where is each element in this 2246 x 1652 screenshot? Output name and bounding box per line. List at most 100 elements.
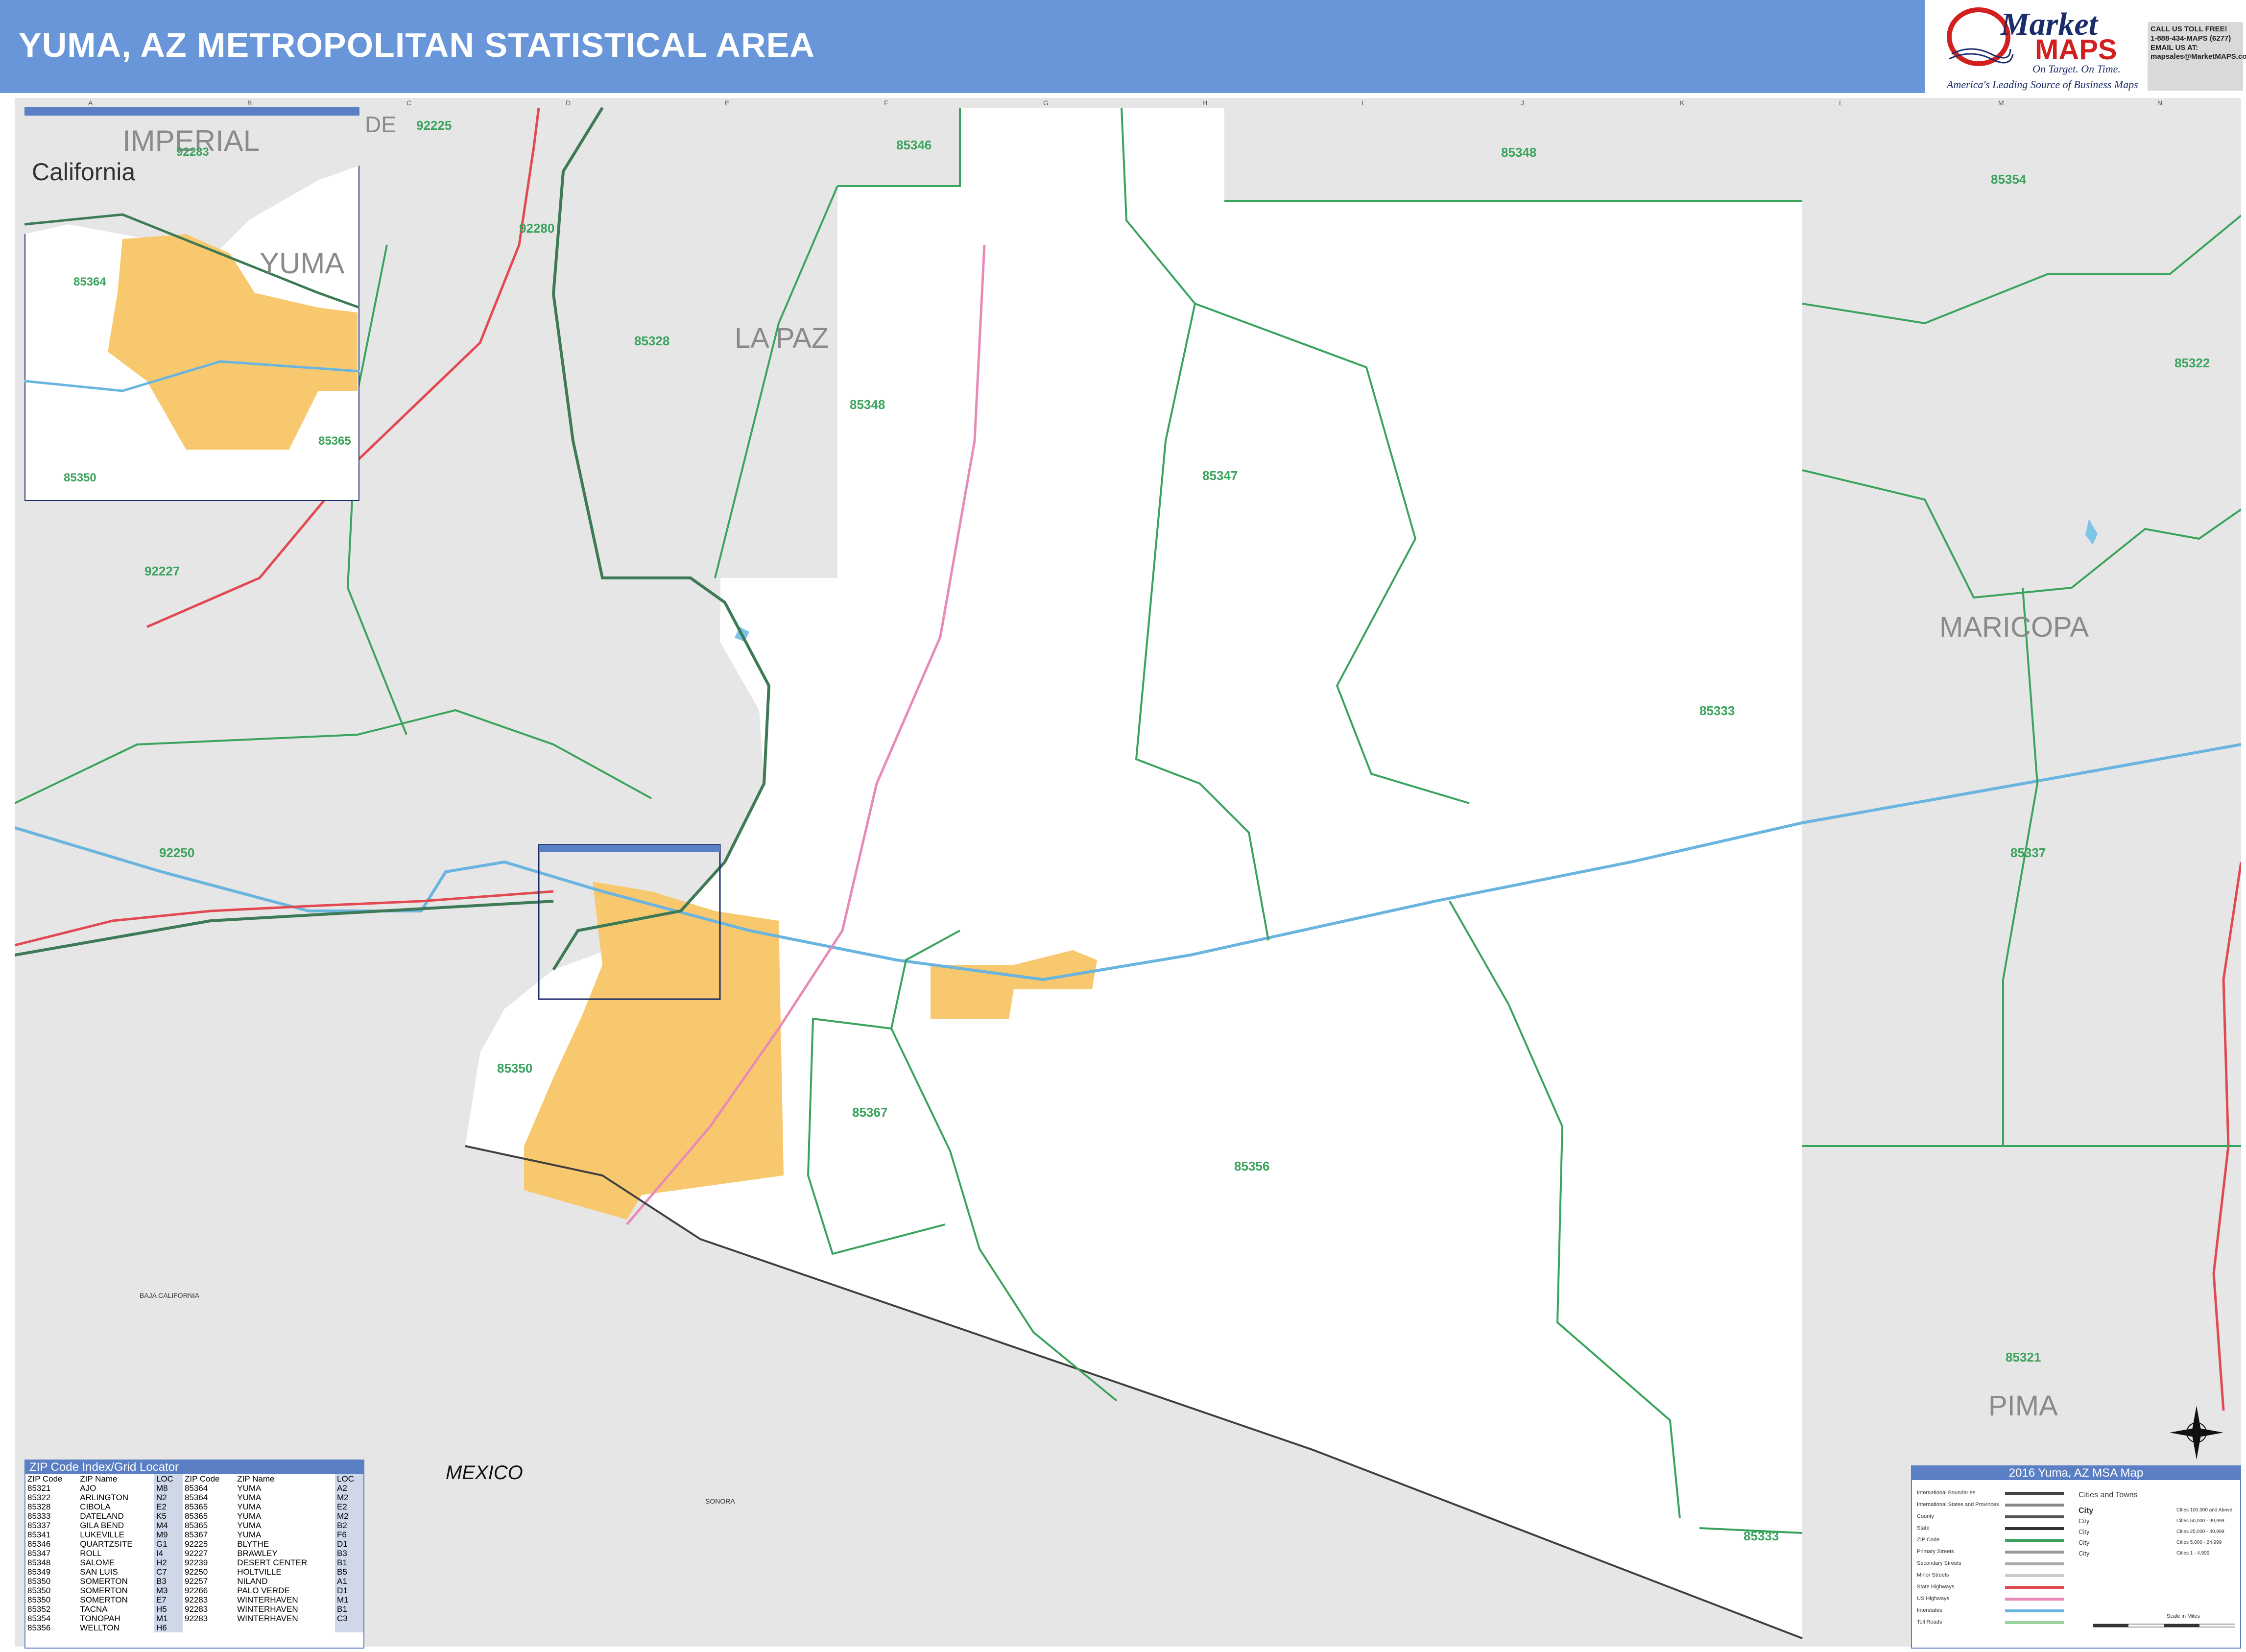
legend-swatch: [2005, 1574, 2064, 1577]
zip-label: 85346: [896, 138, 932, 152]
legend-item-label: Toll Roads: [1917, 1619, 1942, 1625]
inset-region-yuma: YUMA: [260, 247, 344, 280]
contact-link[interactable]: mapsales@MarketMAPS.com: [2150, 52, 2246, 62]
zip-index-cell: PALO VERDE: [237, 1586, 290, 1595]
zip-index-cell: ARLINGTON: [80, 1493, 129, 1502]
region-la-paz: LA PAZ: [735, 322, 829, 354]
grid-col-label: B: [247, 99, 252, 107]
legend-city-sample: City: [2079, 1539, 2090, 1546]
grid-col-label: J: [1521, 99, 1524, 107]
zip-index-cell: 85364: [184, 1493, 208, 1502]
zip-index-cell: ROLL: [80, 1549, 102, 1558]
zip-index-table: ZIP Code ZIP Name LOC ZIP Code ZIP Name LOC 85…: [25, 1474, 363, 1632]
zip-index-cell: 85321: [27, 1484, 51, 1493]
zip-index-cell: E2: [154, 1502, 183, 1511]
legend-item-label: ZIP Code: [1917, 1537, 1940, 1543]
zip-index-cell: H5: [154, 1604, 183, 1614]
map-title: YUMA, AZ METROPOLITAN STATISTICAL AREA: [19, 26, 815, 64]
zip-index-cell: TONOPAH: [80, 1614, 120, 1623]
zip-index-cell: NILAND: [237, 1577, 268, 1586]
legend-swatch: [2005, 1492, 2064, 1495]
legend-swatch: [2005, 1527, 2064, 1530]
zip-index-cell: [183, 1623, 235, 1632]
legend-item-label: State: [1917, 1525, 1930, 1531]
contact-line: 1-888-434-MAPS (6277): [2150, 34, 2231, 43]
zip-index-cell: A2: [335, 1484, 363, 1493]
zip-index-cell: SOMERTON: [80, 1577, 128, 1586]
contact-line: CALL US TOLL FREE!: [2150, 25, 2227, 33]
zip-label: 85364: [73, 275, 106, 288]
legend-right-title: Cities and Towns: [2079, 1491, 2138, 1499]
zip-index-cell: YUMA: [237, 1521, 262, 1530]
zip-index-cell: SOMERTON: [80, 1595, 128, 1604]
grid-col-label: L: [1839, 99, 1843, 107]
zip-index-cell: 85365: [184, 1511, 208, 1521]
zip-index-cell: HOLTVILLE: [237, 1567, 282, 1577]
zip-index-cell: M9: [154, 1530, 183, 1539]
zip-index-row: 85352 TACNA H5 92283 WINTERHAVEN B1: [25, 1604, 363, 1614]
zip-index-cell: 85354: [27, 1614, 51, 1623]
brand-maps-text: MAPS: [2035, 34, 2117, 66]
zip-index-row: 85350 SOMERTON B3 92257 NILAND A1: [25, 1577, 363, 1586]
region-maricopa: MARICOPA: [1939, 611, 2089, 643]
inset-locator-header: [539, 845, 720, 852]
zip-index-cell: SOMERTON: [80, 1586, 128, 1595]
zip-index-cell: 85356: [27, 1623, 51, 1632]
zip-index-cell: 85346: [27, 1539, 51, 1549]
zip-label: 92283: [176, 145, 209, 159]
legend-item-label: County: [1917, 1513, 1934, 1519]
zip-index-cell: 85365: [184, 1521, 208, 1530]
zip-index-cell: [235, 1623, 335, 1632]
zip-index-cell: AJO: [80, 1484, 96, 1493]
zip-index-col-header: ZIP Code: [184, 1474, 220, 1484]
contact-box: CALL US TOLL FREE! 1-888-434-MAPS (6277)…: [2148, 22, 2246, 91]
zip-index-cell: 92283: [184, 1595, 208, 1604]
zip-index-cell: CIBOLA: [80, 1502, 111, 1511]
legend-city-sample: City: [2079, 1507, 2094, 1515]
zip-index-cell: DATELAND: [80, 1511, 124, 1521]
zip-index-row: 85346 QUARTZSITE G1 92225 BLYTHE D1: [25, 1539, 363, 1549]
zip-index-cell: 85322: [27, 1493, 51, 1502]
zip-index-cell: 85352: [27, 1604, 51, 1614]
zip-index-row: 85348 SALOME H2 92239 DESERT CENTER B1: [25, 1558, 363, 1567]
legend-item-label: State Highways: [1917, 1584, 1955, 1590]
legend-title: 2016 Yuma, AZ MSA Map: [1912, 1466, 2240, 1480]
legend-swatch: [2005, 1562, 2064, 1565]
legend-city-sample: City: [2079, 1550, 2090, 1557]
yuma-inset-map[interactable]: IMPERIAL California YUMA 92283 85364 853…: [24, 107, 359, 501]
legend-swatch: [2005, 1551, 2064, 1554]
zip-index-cell: B1: [335, 1604, 363, 1614]
zip-index-cell: F6: [335, 1530, 363, 1539]
region-pima: PIMA: [1988, 1390, 2058, 1422]
legend-item-label: Minor Streets: [1917, 1572, 1949, 1578]
grid-col-label: D: [566, 99, 571, 107]
zip-index-cell: B3: [154, 1577, 183, 1586]
zip-index-cell: QUARTZSITE: [80, 1539, 133, 1549]
grid-col-label: H: [1202, 99, 1207, 107]
zip-index-cell: E7: [154, 1595, 183, 1604]
zip-index-cell: 85364: [184, 1484, 208, 1493]
zip-label: 85354: [1991, 172, 2027, 187]
zip-index-cell: B5: [335, 1567, 363, 1577]
zip-index-cell: M2: [335, 1511, 363, 1521]
title-bar: YUMA, AZ METROPOLITAN STATISTICAL AREA: [0, 0, 1925, 93]
zip-index-cell: M1: [154, 1614, 183, 1623]
legend-swatch: [2005, 1621, 2064, 1624]
zip-index-cell: C7: [154, 1567, 183, 1577]
zip-label: 85348: [850, 397, 885, 412]
zip-index-cell: C3: [335, 1614, 363, 1623]
contact-line: EMAIL US AT:: [2150, 43, 2198, 52]
zip-label: 85348: [1501, 145, 1536, 160]
zip-index-cell: 85328: [27, 1502, 51, 1511]
zip-index-cell: G1: [154, 1539, 183, 1549]
zip-index-cell: DESERT CENTER: [237, 1558, 308, 1567]
brand-slogan: On Target. On Time.: [2032, 63, 2121, 75]
legend-city-desc: Cities 50,000 - 99,999: [2176, 1518, 2224, 1524]
zip-index-cell: 92250: [184, 1567, 208, 1577]
zip-index-cell: B1: [335, 1558, 363, 1567]
zip-index-cell: WINTERHAVEN: [237, 1604, 298, 1614]
zip-label: 85328: [634, 334, 669, 348]
legend-swatch: [2005, 1598, 2064, 1601]
zip-index-cell: 92239: [184, 1558, 208, 1567]
zip-index-col-header: LOC: [154, 1474, 183, 1484]
